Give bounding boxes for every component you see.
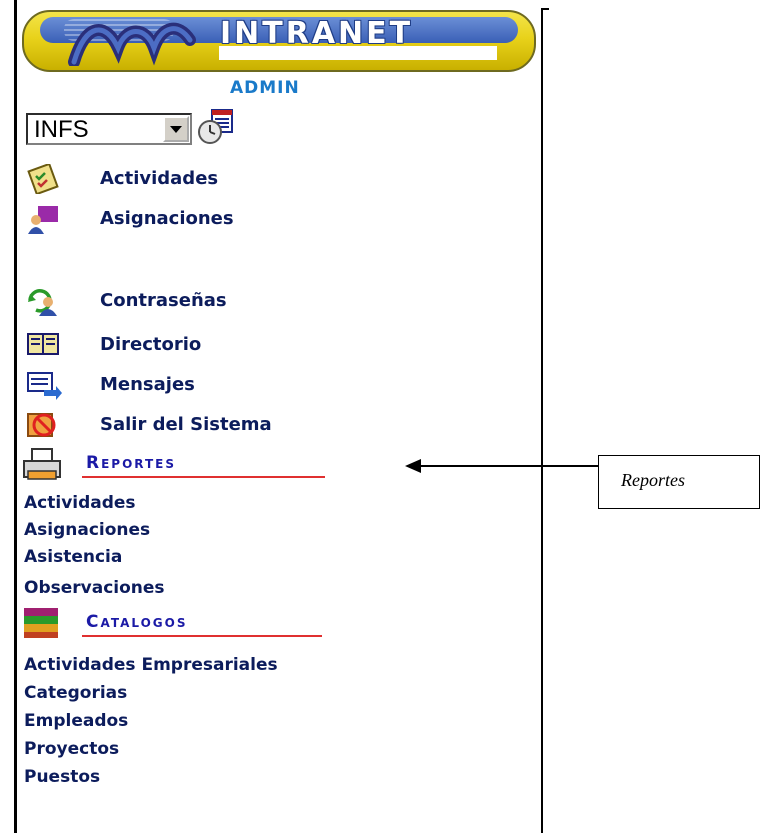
frame-right-border: [541, 8, 543, 833]
reportes-link[interactable]: Observaciones: [24, 578, 165, 598]
directory-icon: [27, 333, 59, 355]
printer-icon: [23, 448, 61, 480]
menu-item-label: Actividades: [100, 168, 219, 189]
menu-item-salir[interactable]: Salir del Sistema: [26, 410, 272, 440]
menu-item-actividades[interactable]: Actividades: [26, 164, 218, 194]
reportes-link[interactable]: Asistencia: [24, 547, 122, 567]
user-label: ADMIN: [230, 78, 300, 98]
section-title: Catalogos: [86, 612, 188, 632]
passwords-icon: [28, 289, 57, 316]
frame-left-border: [14, 0, 17, 833]
activities-icon: [27, 164, 59, 194]
intranet-logo[interactable]: INTRANET: [22, 10, 536, 72]
callout-box: Reportes: [598, 455, 760, 509]
area-select[interactable]: INFS: [26, 113, 192, 145]
frame-corner: [541, 8, 549, 10]
arrow-left-icon: [405, 459, 421, 473]
catalogos-link[interactable]: Categorias: [24, 683, 127, 703]
reportes-link[interactable]: Asignaciones: [24, 520, 150, 540]
catalog-icon: [24, 608, 58, 638]
menu-item-mensajes[interactable]: Mensajes: [26, 370, 195, 400]
callout-text: Reportes: [621, 470, 685, 490]
catalogos-link[interactable]: Puestos: [24, 767, 100, 787]
catalogos-link[interactable]: Proyectos: [24, 739, 119, 759]
logo-text: INTRANET: [220, 16, 414, 51]
menu-item-label: Mensajes: [100, 374, 195, 395]
menu-item-label: Directorio: [100, 334, 202, 355]
catalogos-link[interactable]: Empleados: [24, 711, 128, 731]
assignments-icon: [28, 206, 58, 234]
menu-item-label: Asignaciones: [100, 208, 234, 229]
messages-icon: [27, 372, 62, 400]
chevron-down-icon[interactable]: [163, 116, 189, 142]
menu-item-directorio[interactable]: Directorio: [26, 330, 201, 360]
menu-item-contrasenas[interactable]: Contraseñas: [26, 286, 227, 316]
menu-item-label: Contraseñas: [100, 290, 227, 311]
menu-item-label: Salir del Sistema: [100, 414, 272, 435]
logout-icon: [27, 413, 56, 437]
menu-item-asignaciones[interactable]: Asignaciones: [26, 204, 234, 234]
callout-arrow-line: [420, 465, 598, 467]
calendar-clock-icon[interactable]: [196, 108, 236, 146]
section-underline: [82, 476, 325, 478]
logo-mark-icon: [68, 22, 196, 66]
catalogos-link[interactable]: Actividades Empresariales: [24, 655, 278, 675]
section-underline: [82, 635, 322, 637]
section-title: Reportes: [86, 453, 177, 473]
area-select-value: INFS: [34, 116, 89, 143]
reportes-link[interactable]: Actividades: [24, 493, 136, 513]
